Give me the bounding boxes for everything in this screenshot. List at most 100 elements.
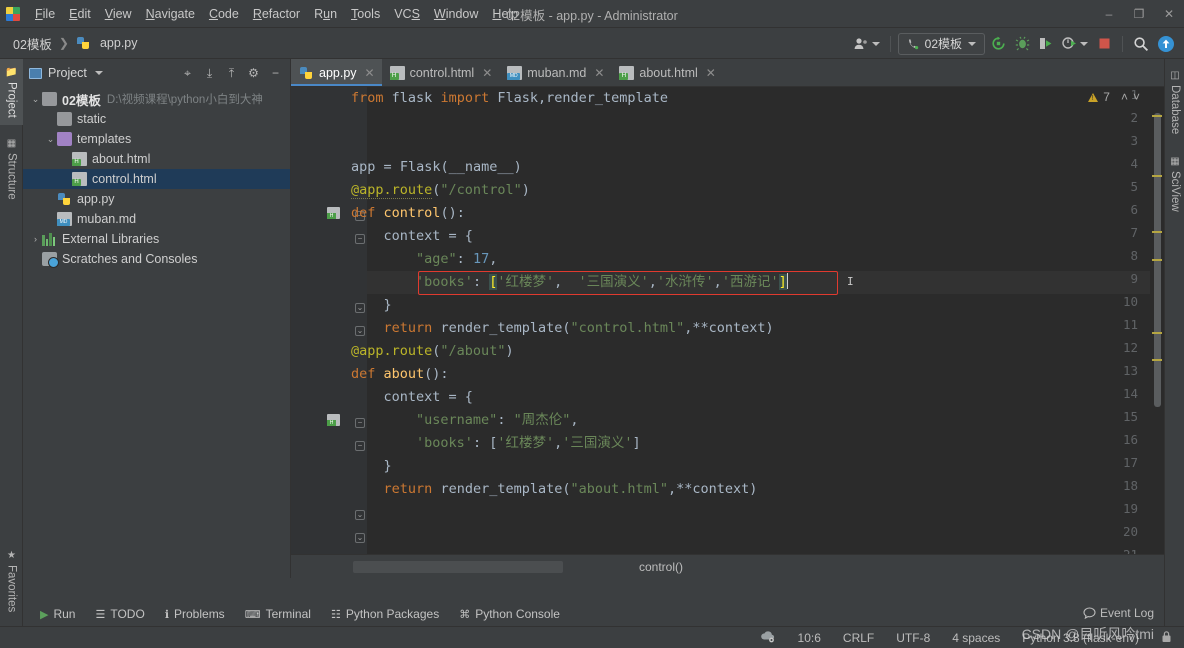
tree-item-static[interactable]: ›static: [23, 109, 290, 129]
cloud-sync-icon[interactable]: [756, 627, 780, 648]
menu-window[interactable]: Window: [427, 4, 485, 24]
tree-item-02--[interactable]: ⌄ 02模板 D:\视频课程\python小白到大神: [23, 89, 290, 109]
hide-panel-icon[interactable]: −: [265, 63, 286, 84]
warning-marker[interactable]: [1152, 332, 1162, 334]
breadcrumb-file[interactable]: app.py: [73, 34, 141, 52]
toolwindow-label: Problems: [174, 607, 225, 621]
tree-item-about.html[interactable]: ›about.html: [23, 149, 290, 169]
run-with-coverage-icon[interactable]: [1035, 33, 1057, 55]
close-tab-icon[interactable]: ✕: [706, 66, 716, 80]
next-highlight-icon[interactable]: ˅: [1133, 90, 1140, 104]
menu-view[interactable]: View: [98, 4, 139, 24]
menu-file[interactable]: File: [28, 4, 62, 24]
search-everywhere-icon[interactable]: [1130, 33, 1152, 55]
warning-count: 7: [1103, 90, 1110, 104]
toolwindow-run[interactable]: ▶ Run: [31, 605, 84, 623]
rerun-icon[interactable]: [987, 33, 1009, 55]
settings-gear-icon[interactable]: ⚙: [243, 63, 264, 84]
html-gutter-icon-about[interactable]: H: [327, 414, 341, 427]
sidebar-tab-sciview[interactable]: ▦ SciView: [1165, 149, 1184, 219]
menu-refactor[interactable]: Refactor: [246, 4, 307, 24]
title-bar: File Edit View Navigate Code Refactor Run Tools…: [0, 0, 1184, 28]
menu-run[interactable]: Run: [307, 4, 344, 24]
sidebar-tab-structure[interactable]: ▦ Structure: [0, 129, 23, 209]
editor-scrollbar[interactable]: [1150, 87, 1164, 554]
toolwindow-python-console[interactable]: ⌘ Python Console: [450, 605, 569, 623]
markdown-file-icon: [57, 212, 72, 226]
project-panel-title[interactable]: Project: [29, 66, 103, 80]
menu-vcs[interactable]: VCS: [387, 4, 427, 24]
warning-marker[interactable]: [1152, 231, 1162, 233]
tree-item-control.html[interactable]: ›control.html: [23, 169, 290, 189]
python-interpreter[interactable]: Python 3.8 (flask-env): [1018, 629, 1143, 647]
minimize-button[interactable]: ‒: [1094, 0, 1124, 28]
caret-position[interactable]: 10:6: [794, 629, 825, 647]
toolwindow-problems[interactable]: ℹ Problems: [156, 605, 234, 623]
menu-help[interactable]: Help: [485, 4, 525, 24]
tree-item-app.py[interactable]: ›app.py: [23, 189, 290, 209]
editor-tab-app-py[interactable]: app.py ✕: [291, 59, 382, 86]
user-account-icon[interactable]: [851, 33, 883, 55]
event-log-button[interactable]: Event Log: [1083, 606, 1154, 620]
debug-icon[interactable]: [1011, 33, 1033, 55]
tree-item-external-libraries[interactable]: › External Libraries: [23, 229, 290, 249]
toolwindow-todo[interactable]: ☰ TODO: [86, 605, 153, 623]
editor-area: app.py ✕ control.html ✕ muban.md ✕ about.html ✕…: [291, 59, 1164, 579]
editor-tab-muban-md[interactable]: muban.md ✕: [499, 59, 611, 86]
tree-item-scratches-and-consoles[interactable]: ›Scratches and Consoles: [23, 249, 290, 269]
collapse-all-icon[interactable]: ⤒: [221, 63, 242, 84]
sidebar-tab-database[interactable]: ◫ Database: [1165, 63, 1184, 141]
profile-icon[interactable]: [1059, 33, 1091, 55]
warning-marker[interactable]: [1152, 175, 1162, 177]
editor-tab-control-html[interactable]: control.html ✕: [382, 59, 500, 86]
maximize-button[interactable]: ❐: [1124, 0, 1154, 28]
chevron-down-icon[interactable]: ⌄: [44, 134, 57, 145]
breadcrumb-project[interactable]: 02模板: [10, 32, 55, 55]
menu-navigate[interactable]: Navigate: [139, 4, 202, 24]
locate-file-icon[interactable]: ⌖: [177, 63, 198, 84]
toolwindow-terminal[interactable]: ⌨ Terminal: [236, 605, 320, 623]
menu-code[interactable]: Code: [202, 4, 246, 24]
tree-item-templates[interactable]: ⌄ templates: [23, 129, 290, 149]
editor-tab-bar: app.py ✕ control.html ✕ muban.md ✕ about.html ✕: [291, 59, 1164, 87]
breadcrumb: 02模板 ❯ app.py: [0, 32, 141, 55]
prev-highlight-icon[interactable]: ˄: [1121, 90, 1128, 104]
line-separator[interactable]: CRLF: [839, 629, 878, 647]
breadcrumb-separator: ❯: [58, 36, 69, 50]
stop-icon[interactable]: [1093, 33, 1115, 55]
lock-icon[interactable]: [1157, 628, 1176, 648]
warning-marker[interactable]: [1152, 259, 1162, 261]
menu-tools[interactable]: Tools: [344, 4, 387, 24]
warning-marker[interactable]: [1152, 115, 1162, 117]
run-configuration-selector[interactable]: 02模板: [897, 32, 985, 55]
line-number-gutter[interactable]: [291, 87, 353, 554]
menu-edit[interactable]: Edit: [62, 4, 98, 24]
close-tab-icon[interactable]: ✕: [594, 66, 604, 80]
warning-marker[interactable]: [1152, 359, 1162, 361]
close-button[interactable]: ✕: [1154, 0, 1184, 28]
toolwindow-python-packages[interactable]: ☷ Python Packages: [322, 605, 448, 623]
chevron-down-icon[interactable]: ⌄: [29, 94, 42, 105]
indent-setting[interactable]: 4 spaces: [948, 629, 1004, 647]
editor-breadcrumb[interactable]: control(): [633, 558, 689, 576]
file-encoding[interactable]: UTF-8: [892, 629, 934, 647]
sidebar-tab-project[interactable]: 📁 Project: [0, 59, 23, 125]
html-file-icon: [72, 172, 87, 186]
problems-icon: ℹ: [164, 608, 169, 621]
expand-all-icon[interactable]: ⤓: [199, 63, 220, 84]
close-tab-icon[interactable]: ✕: [365, 66, 375, 80]
sidebar-tab-favorites[interactable]: ★ Favorites: [0, 542, 23, 620]
html-gutter-icon-control[interactable]: H: [327, 207, 341, 220]
update-project-icon[interactable]: [1154, 33, 1178, 55]
tree-item-muban.md[interactable]: ›muban.md: [23, 209, 290, 229]
chevron-right-icon[interactable]: ›: [29, 234, 42, 244]
close-tab-icon[interactable]: ✕: [482, 66, 492, 80]
window-controls: ‒ ❐ ✕: [1094, 0, 1184, 28]
run-config-label: 02模板: [924, 37, 962, 51]
inspection-widget[interactable]: 7 ˄ ˅: [1088, 90, 1140, 104]
editor-tab-about-html[interactable]: about.html ✕: [611, 59, 722, 86]
html-file-icon: [619, 65, 635, 80]
code-editor[interactable]: 123456789101112131415161718192021 H H − …: [291, 87, 1164, 554]
horizontal-scrollbar[interactable]: [353, 560, 563, 573]
pycharm-logo-icon: [6, 6, 20, 21]
